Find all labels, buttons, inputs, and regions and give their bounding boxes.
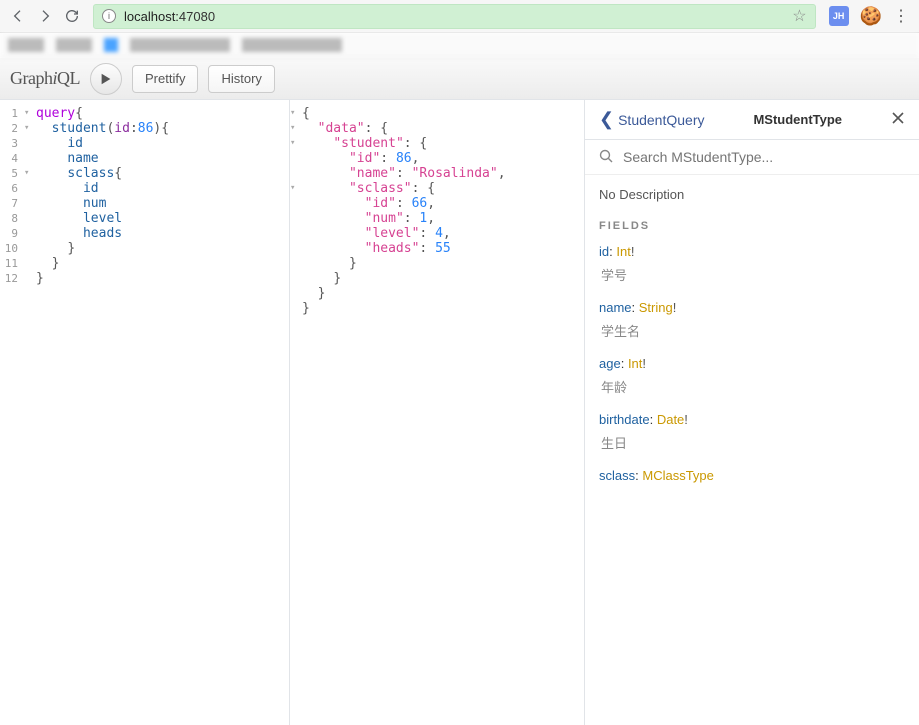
- star-icon[interactable]: ☆: [792, 6, 806, 26]
- search-icon: [599, 149, 613, 166]
- docs-description: No Description: [599, 187, 905, 202]
- docs-back-label: StudentQuery: [618, 112, 704, 128]
- browser-toolbar: i localhost:47080 ☆ JH 🍪 ⋮: [0, 0, 919, 33]
- bookmarks-bar: [0, 33, 919, 58]
- extension-cookie-icon[interactable]: 🍪: [860, 6, 882, 27]
- field-name: name: [599, 300, 632, 315]
- result-viewer: ▾▾▾ ▾ { "data": { "student": { "id": 86,…: [290, 100, 584, 725]
- field-name: sclass: [599, 468, 635, 483]
- execute-button[interactable]: [90, 63, 122, 95]
- docs-field[interactable]: id: Int!: [599, 244, 905, 259]
- chevron-left-icon: ❮: [599, 109, 614, 130]
- field-description: 生日: [601, 433, 905, 452]
- field-description: 年龄: [601, 377, 905, 396]
- query-line-gutter: 123456789101112: [0, 106, 24, 286]
- docs-back-button[interactable]: ❮ StudentQuery: [599, 109, 704, 130]
- graphiql-logo: GraphiQL: [10, 68, 80, 89]
- field-type[interactable]: String: [639, 300, 673, 315]
- url-host: localhost:: [124, 9, 179, 24]
- field-type[interactable]: Int: [628, 356, 642, 371]
- field-description: 学生名: [601, 321, 905, 340]
- docs-panel: ❮ StudentQuery MStudentType No Descripti…: [584, 100, 919, 725]
- docs-fields-list: id: Int! 学号 name: String! 学生名 age: Int! 年龄 bir…: [599, 244, 905, 483]
- history-button[interactable]: History: [208, 65, 274, 93]
- reload-button[interactable]: [60, 4, 84, 28]
- query-code[interactable]: query{ student(id:86){ id name sclass{ i…: [36, 106, 289, 286]
- field-name: birthdate: [599, 412, 650, 427]
- docs-search[interactable]: [585, 140, 919, 175]
- query-editor[interactable]: 123456789101112 ▾▾ ▾ query{ student(id:8…: [0, 100, 290, 725]
- forward-button[interactable]: [33, 4, 57, 28]
- menu-button[interactable]: ⋮: [889, 6, 913, 26]
- field-name: id: [599, 244, 609, 259]
- field-name: age: [599, 356, 621, 371]
- docs-title: MStudentType: [710, 112, 885, 127]
- fold-gutter: ▾▾ ▾: [24, 106, 36, 286]
- extension-badge[interactable]: JH: [829, 6, 849, 26]
- docs-search-input[interactable]: [621, 148, 905, 166]
- back-button[interactable]: [6, 4, 30, 28]
- result-code: { "data": { "student": { "id": 86, "name…: [302, 106, 584, 316]
- docs-field[interactable]: birthdate: Date!: [599, 412, 905, 427]
- field-type[interactable]: Date: [657, 412, 684, 427]
- field-description: 学号: [601, 265, 905, 284]
- graphiql-app: GraphiQL Prettify History 12345678910111…: [0, 58, 919, 725]
- docs-fields-heading: FIELDS: [599, 220, 905, 232]
- prettify-button[interactable]: Prettify: [132, 65, 198, 93]
- docs-field[interactable]: sclass: MClassType: [599, 468, 905, 483]
- docs-header: ❮ StudentQuery MStudentType: [585, 100, 919, 140]
- docs-field[interactable]: name: String!: [599, 300, 905, 315]
- field-type[interactable]: MClassType: [642, 468, 714, 483]
- address-bar[interactable]: i localhost:47080 ☆: [93, 4, 816, 29]
- result-fold-gutter: ▾▾▾ ▾: [290, 106, 302, 316]
- field-type[interactable]: Int: [616, 244, 630, 259]
- docs-body: No Description FIELDS id: Int! 学号 name: St…: [585, 175, 919, 501]
- info-icon[interactable]: i: [102, 9, 116, 23]
- url-port: 47080: [179, 9, 215, 24]
- main-panels: 123456789101112 ▾▾ ▾ query{ student(id:8…: [0, 100, 919, 725]
- docs-close-button[interactable]: [891, 111, 905, 128]
- graphiql-topbar: GraphiQL Prettify History: [0, 58, 919, 100]
- docs-field[interactable]: age: Int!: [599, 356, 905, 371]
